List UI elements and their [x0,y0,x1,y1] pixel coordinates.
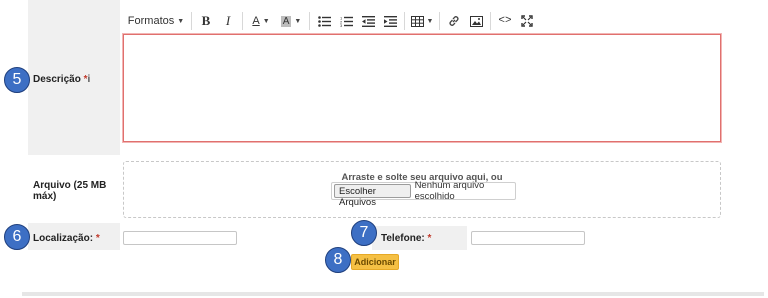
outdent-icon[interactable] [357,10,379,32]
file-input[interactable]: Escolher Arquivos Nenhum arquivo escolhi… [331,180,516,208]
phone-input[interactable] [471,231,585,245]
link-icon[interactable] [443,10,465,32]
formats-label: Formatos [127,15,175,27]
attachment-label: Arquivo (25 MB máx) [33,180,107,202]
formats-dropdown[interactable]: Formatos ▼ [124,10,188,32]
font-color-icon[interactable]: A ▼ [246,10,276,32]
description-label: Descrição *i [33,74,91,85]
step-badge-6: 6 [4,224,30,250]
background-color-icon[interactable]: A ▼ [276,10,306,32]
add-button[interactable]: Adicionar [351,254,399,270]
location-input[interactable] [123,231,237,245]
italic-icon[interactable]: I [217,10,239,32]
location-label: Localização: * [33,233,100,244]
svg-text:3: 3 [340,23,343,27]
choose-files-button[interactable]: Escolher Arquivos [334,184,411,208]
toolbar-divider [309,12,310,30]
chevron-down-icon: ▼ [177,17,185,25]
editor-toolbar: Formatos ▼ B I A ▼ A ▼ 123 ▼ <> [124,8,544,34]
required-mark: * [427,233,432,244]
bottom-divider [22,292,764,296]
toolbar-divider [439,12,440,30]
description-editor[interactable] [123,34,721,142]
toolbar-divider [404,12,405,30]
toolbar-divider [490,12,491,30]
required-mark: * [95,233,100,244]
step-badge-7: 7 [351,220,377,246]
toolbar-divider [242,12,243,30]
info-icon[interactable]: i [88,74,91,85]
step-badge-5: 5 [4,67,30,93]
numbered-list-icon[interactable]: 123 [335,10,357,32]
bullet-list-icon[interactable] [313,10,335,32]
indent-icon[interactable] [379,10,401,32]
table-icon[interactable]: ▼ [408,10,436,32]
fullscreen-icon[interactable] [516,10,538,32]
toolbar-divider [191,12,192,30]
file-dropzone[interactable]: Arraste e solte seu arquivo aqui, ou Esc… [123,161,721,218]
phone-label: Telefone: * [381,233,432,244]
source-code-icon[interactable]: <> [494,10,516,32]
bold-icon[interactable]: B [195,10,217,32]
image-icon[interactable] [465,10,487,32]
no-file-text: Nenhum arquivo escolhido [414,180,485,202]
step-badge-8: 8 [325,247,351,273]
